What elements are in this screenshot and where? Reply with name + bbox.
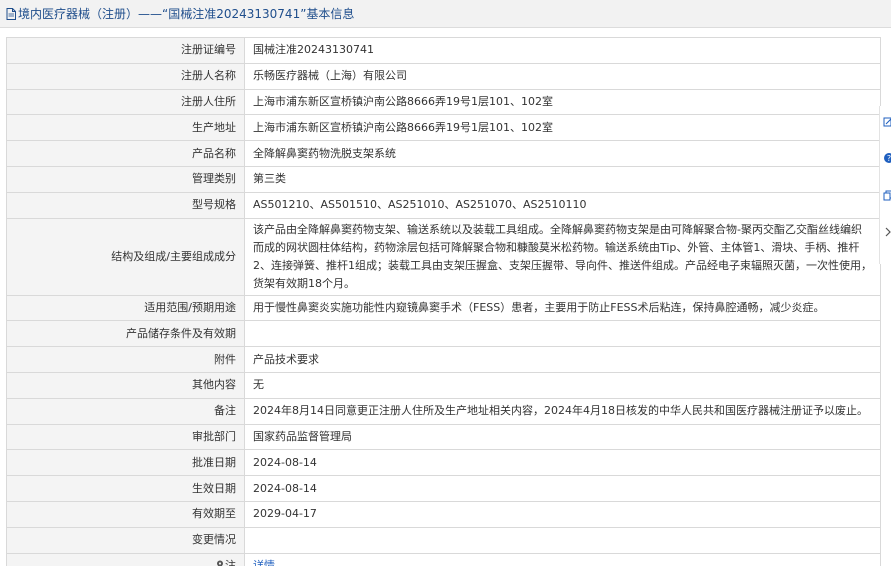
row-value: 2024年8月14日同意更正注册人住所及生产地址相关内容，2024年4月18日核…	[244, 397, 881, 425]
row-label: 批准日期	[6, 449, 245, 477]
row-value: 国家药品监督管理局	[244, 423, 881, 451]
pin-icon	[216, 558, 224, 566]
row-value: 上海市浦东新区宣桥镇沪南公路8666弄19号1层101、102室	[244, 114, 881, 142]
table-row: 适用范围/预期用途 用于慢性鼻窦炎实施功能性内窥镜鼻窦手术（FESS）患者，主要…	[6, 294, 881, 322]
svg-text:?: ?	[887, 154, 891, 163]
row-value: 2024-08-14	[244, 475, 881, 502]
row-label: 注册证编号	[6, 37, 245, 64]
row-label: 生产地址	[6, 114, 245, 142]
row-value	[244, 526, 881, 554]
row-label: 型号规格	[6, 191, 245, 219]
row-label: 备注	[6, 397, 245, 425]
table-row: 注 详情	[6, 552, 881, 566]
table-row: 注册人名称 乐畅医疗器械（上海）有限公司	[6, 62, 881, 90]
row-value: 第三类	[244, 165, 881, 193]
chevron-right-icon[interactable]	[883, 226, 891, 238]
row-value: 2024-08-14	[244, 449, 881, 477]
row-label: 产品储存条件及有效期	[6, 320, 245, 348]
table-row: 有效期至 2029-04-17	[6, 500, 881, 528]
row-label: 其他内容	[6, 371, 245, 399]
table-row: 批准日期 2024-08-14	[6, 449, 881, 477]
table-row: 产品储存条件及有效期	[6, 320, 881, 348]
row-label: 注册人住所	[6, 88, 245, 116]
table-row: 型号规格 AS501210、AS501510、AS251010、AS251070…	[6, 191, 881, 219]
table-row: 变更情况	[6, 526, 881, 554]
page-title: 境内医疗器械（注册）——“国械注准20243130741”基本信息	[18, 7, 355, 21]
table-row: 管理类别 第三类	[6, 165, 881, 193]
row-label: 附件	[6, 346, 245, 373]
row-value: 无	[244, 371, 881, 399]
row-value: 该产品由全降解鼻窦药物支架、输送系统以及装载工具组成。全降解鼻窦药物支架是由可降…	[244, 217, 881, 296]
table-row: 附件 产品技术要求	[6, 346, 881, 373]
table-row: 注册证编号 国械注准20243130741	[6, 37, 881, 64]
note-value-cell: 详情	[244, 552, 881, 566]
row-value: 上海市浦东新区宣桥镇沪南公路8666弄19号1层101、102室	[244, 88, 881, 116]
table-row: 产品名称 全降解鼻窦药物洗脱支架系统	[6, 140, 881, 167]
row-label: 注册人名称	[6, 62, 245, 90]
note-label-cell: 注	[6, 552, 245, 566]
row-value: 国械注准20243130741	[244, 37, 881, 64]
table-row: 生产地址 上海市浦东新区宣桥镇沪南公路8666弄19号1层101、102室	[6, 114, 881, 142]
row-label: 产品名称	[6, 140, 245, 167]
table-row: 结构及组成/主要组成成分 该产品由全降解鼻窦药物支架、输送系统以及装载工具组成。…	[6, 217, 881, 296]
row-label: 变更情况	[6, 526, 245, 554]
help-icon[interactable]: ?	[883, 152, 891, 164]
edit-icon[interactable]	[883, 116, 891, 128]
document-icon	[6, 7, 16, 20]
row-label: 审批部门	[6, 423, 245, 451]
table-row: 注册人住所 上海市浦东新区宣桥镇沪南公路8666弄19号1层101、102室	[6, 88, 881, 116]
side-toolbar: ?	[879, 106, 891, 264]
row-value	[244, 320, 881, 348]
row-value: AS501210、AS501510、AS251010、AS251070、AS25…	[244, 191, 881, 219]
copy-icon[interactable]	[883, 190, 891, 202]
row-label: 有效期至	[6, 500, 245, 528]
row-value: 乐畅医疗器械（上海）有限公司	[244, 62, 881, 90]
page-header: 境内医疗器械（注册）——“国械注准20243130741”基本信息	[0, 0, 891, 28]
row-value: 全降解鼻窦药物洗脱支架系统	[244, 140, 881, 167]
table-row: 审批部门 国家药品监督管理局	[6, 423, 881, 451]
row-label: 生效日期	[6, 475, 245, 502]
info-table: 注册证编号 国械注准20243130741 注册人名称 乐畅医疗器械（上海）有限…	[6, 37, 881, 566]
row-value: 2029-04-17	[244, 500, 881, 528]
note-label: 注	[225, 558, 236, 566]
row-label: 管理类别	[6, 165, 245, 193]
details-link[interactable]: 详情	[253, 559, 275, 566]
table-row: 生效日期 2024-08-14	[6, 475, 881, 502]
row-value: 产品技术要求	[244, 346, 881, 373]
table-row: 备注 2024年8月14日同意更正注册人住所及生产地址相关内容，2024年4月1…	[6, 397, 881, 425]
row-value: 用于慢性鼻窦炎实施功能性内窥镜鼻窦手术（FESS）患者，主要用于防止FESS术后…	[244, 294, 881, 322]
row-label: 结构及组成/主要组成成分	[6, 217, 245, 296]
row-label: 适用范围/预期用途	[6, 294, 245, 322]
table-row: 其他内容 无	[6, 371, 881, 399]
